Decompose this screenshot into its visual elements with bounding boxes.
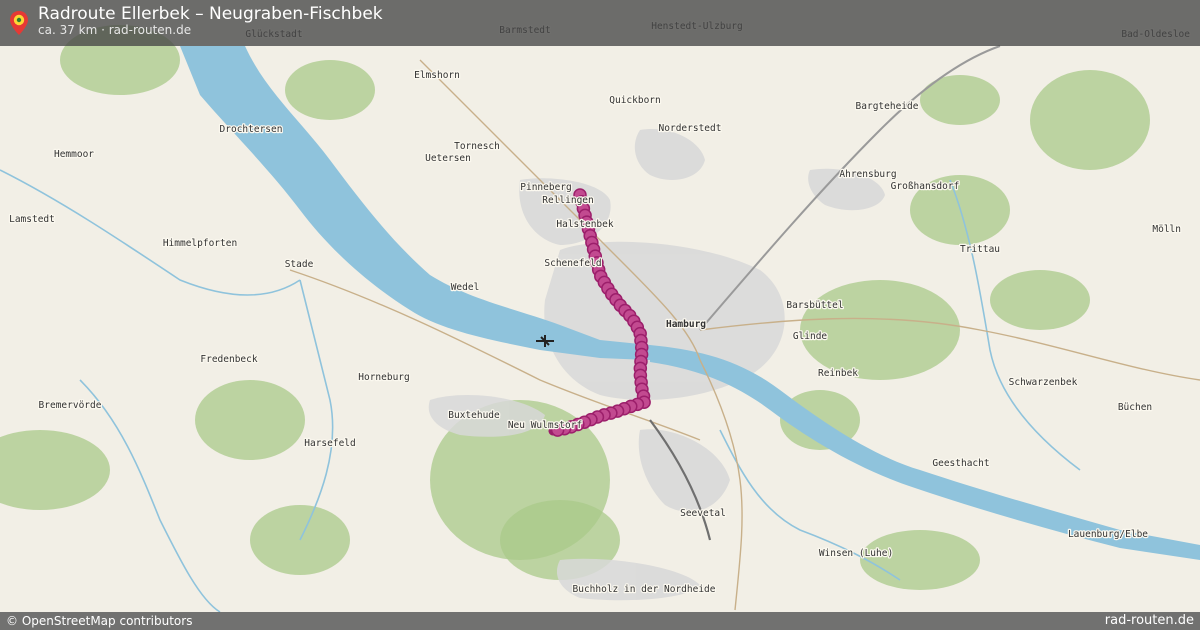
place-label: Rellingen — [542, 195, 593, 206]
place-label: Pinneberg — [520, 182, 571, 193]
place-label: Harsefeld — [304, 438, 355, 449]
place-label: Lamstedt — [9, 214, 55, 225]
place-label: Neu Wulmstorf — [508, 420, 582, 431]
place-label: Bremervörde — [39, 400, 102, 411]
map-footer: © OpenStreetMap contributors rad-routen.… — [0, 612, 1200, 630]
brand-link[interactable]: rad-routen.de — [1105, 613, 1194, 628]
place-label: Bargteheide — [856, 101, 919, 112]
place-label: Reinbek — [818, 368, 858, 379]
forest-patch — [1030, 70, 1150, 170]
route-title: Radroute Ellerbek – Neugraben-Fischbek — [38, 4, 383, 24]
forest-patch — [800, 280, 960, 380]
forest-patch — [285, 60, 375, 120]
place-label: Hemmoor — [54, 149, 94, 160]
place-label: Buchholz in der Nordheide — [573, 584, 716, 595]
place-label: Trittau — [960, 244, 1000, 255]
place-label: Elmshorn — [414, 70, 460, 81]
place-label: Drochtersen — [220, 124, 283, 135]
place-label: Hamburg — [666, 319, 706, 330]
place-label: Uetersen — [425, 153, 471, 164]
forest-patch — [195, 380, 305, 460]
place-label: Ahrensburg — [839, 169, 896, 180]
place-label: Schwarzenbek — [1009, 377, 1078, 388]
place-label: Buxtehude — [448, 410, 500, 421]
place-label: Himmelpforten — [163, 238, 237, 249]
map-canvas[interactable]: GlückstadtBarmstedtHenstedt-UlzburgBad-O… — [0, 0, 1200, 630]
map-pin-icon — [10, 11, 28, 35]
place-label: Wedel — [451, 282, 480, 293]
map-header: Radroute Ellerbek – Neugraben-Fischbek c… — [0, 0, 1200, 46]
forest-patch — [860, 530, 980, 590]
route-subtitle: ca. 37 km · rad-routen.de — [38, 23, 192, 37]
place-label: Geesthacht — [932, 458, 989, 469]
place-label: Großhansdorf — [891, 181, 960, 192]
place-label: Lauenburg/Elbe — [1068, 529, 1148, 540]
place-label: Halstenbek — [556, 219, 613, 230]
place-label: Horneburg — [358, 372, 409, 383]
place-label: Winsen (Luhe) — [819, 548, 893, 559]
place-label: Barsbüttel — [786, 300, 843, 311]
place-label: Stade — [285, 259, 314, 270]
place-label: Fredenbeck — [200, 354, 257, 365]
place-label: Glinde — [793, 331, 828, 342]
place-label: Büchen — [1118, 402, 1152, 413]
osm-attribution[interactable]: © OpenStreetMap contributors — [6, 614, 192, 628]
place-label: Quickborn — [609, 95, 660, 106]
place-label: Mölln — [1152, 224, 1181, 235]
place-label: Norderstedt — [659, 123, 722, 134]
place-label: Tornesch — [454, 141, 500, 152]
forest-patch — [920, 75, 1000, 125]
forest-patch — [990, 270, 1090, 330]
place-label: Seevetal — [680, 508, 726, 519]
place-label: Schenefeld — [544, 258, 601, 269]
